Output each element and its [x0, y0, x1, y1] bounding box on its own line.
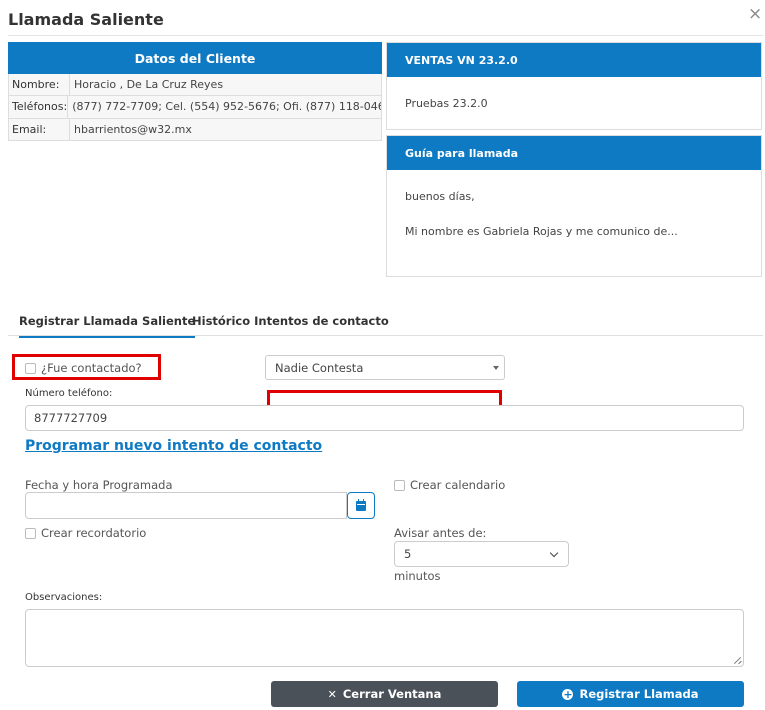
- client-row-phones: Teléfonos: (877) 772-7709; Cel. (554) 95…: [8, 96, 382, 119]
- client-row-name: Nombre: Horacio , De La Cruz Reyes: [8, 74, 382, 97]
- call-guide-card: Guía para llamada buenos días, Mi nombre…: [386, 135, 762, 277]
- caret-down-icon: [493, 366, 499, 370]
- create-reminder-box[interactable]: [25, 527, 36, 539]
- call-guide-line-2: Mi nombre es Gabriela Rojas y me comunic…: [405, 225, 678, 238]
- campaign-header: VENTAS VN 23.2.0: [387, 43, 761, 77]
- phone-label: Número teléfono:: [25, 388, 113, 399]
- calendar-button[interactable]: [347, 492, 375, 519]
- close-window-button[interactable]: ✕ Cerrar Ventana: [271, 681, 498, 707]
- calendar-icon: [356, 498, 366, 511]
- call-result-value: Nadie Contesta: [275, 360, 364, 375]
- register-call-button[interactable]: + Registrar Llamada: [517, 681, 744, 707]
- contacted-checkbox[interactable]: ¿Fue contactado?: [25, 361, 142, 375]
- client-name-value: Horacio , De La Cruz Reyes: [74, 78, 224, 92]
- create-reminder-label: Crear recordatorio: [41, 526, 147, 540]
- client-panel-header: Datos del Cliente: [8, 42, 382, 74]
- observations-label: Observaciones:: [25, 592, 103, 603]
- register-call-label: Registrar Llamada: [579, 687, 699, 701]
- close-icon[interactable]: ×: [748, 6, 762, 23]
- phone-value: 8777727709: [34, 411, 108, 425]
- modal-title: Llamada Saliente: [8, 10, 164, 29]
- notify-before-select[interactable]: 5: [394, 541, 569, 567]
- contacted-checkbox-box[interactable]: [25, 362, 36, 374]
- client-email-value: hbarrientos@w32.mx: [74, 122, 192, 136]
- call-guide-header: Guía para llamada: [387, 136, 761, 170]
- observations-textarea[interactable]: [25, 609, 744, 667]
- tab-register-call[interactable]: Registrar Llamada Saliente: [19, 314, 196, 338]
- call-guide-line-1: buenos días,: [405, 190, 475, 203]
- call-result-select[interactable]: Nadie Contesta: [265, 355, 505, 380]
- campaign-body: Pruebas 23.2.0: [405, 97, 488, 110]
- notify-unit: minutos: [394, 569, 441, 583]
- datetime-label: Fecha y hora Programada: [25, 478, 173, 492]
- notify-before-value: 5: [404, 547, 412, 561]
- schedule-attempt-link[interactable]: Programar nuevo intento de contacto: [25, 438, 322, 454]
- close-window-label: Cerrar Ventana: [342, 687, 442, 701]
- create-calendar-checkbox[interactable]: Crear calendario: [394, 478, 505, 492]
- phone-input[interactable]: 8777727709: [25, 405, 744, 431]
- chevron-down-icon: [549, 548, 559, 558]
- create-calendar-label: Crear calendario: [410, 478, 506, 492]
- contacted-label: ¿Fue contactado?: [41, 361, 142, 375]
- campaign-card: VENTAS VN 23.2.0 Pruebas 23.2.0: [386, 42, 762, 130]
- client-panel: Datos del Cliente Nombre: Horacio , De L…: [8, 42, 382, 141]
- client-phones-value: (877) 772-7709; Cel. (554) 952-5676; Ofi…: [72, 100, 381, 114]
- resize-handle-icon[interactable]: [733, 656, 741, 664]
- create-reminder-checkbox[interactable]: Crear recordatorio: [25, 526, 146, 540]
- plus-circle-icon: +: [562, 687, 574, 701]
- client-name-label: Nombre:: [9, 74, 70, 96]
- create-calendar-box[interactable]: [394, 479, 405, 491]
- close-icon: ✕: [327, 687, 337, 701]
- client-email-label: Email:: [9, 118, 70, 140]
- notify-before-label: Avisar antes de:: [394, 526, 487, 540]
- client-row-email: Email: hbarrientos@w32.mx: [8, 118, 382, 141]
- title-divider: [8, 35, 763, 36]
- tab-bar: Registrar Llamada Saliente Histórico Int…: [8, 308, 763, 338]
- tab-contact-history[interactable]: Histórico Intentos de contacto: [192, 314, 389, 328]
- datetime-input[interactable]: [25, 492, 347, 519]
- client-phones-label: Teléfonos:: [9, 96, 69, 118]
